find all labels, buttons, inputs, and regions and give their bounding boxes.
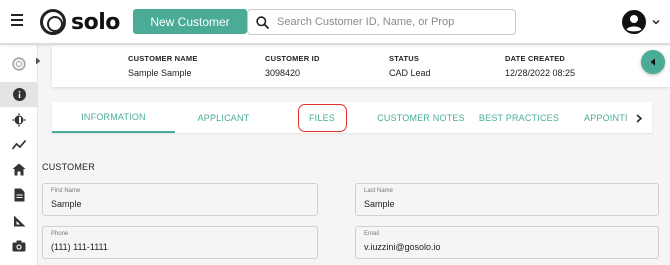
camera-icon	[12, 240, 26, 251]
sidebar	[0, 45, 38, 265]
sidebar-item-measurements[interactable]	[0, 208, 38, 233]
home-icon	[12, 163, 26, 176]
search-box[interactable]	[247, 9, 516, 35]
sidebar-item-photos[interactable]	[0, 233, 38, 258]
status-label: STATUS	[389, 54, 420, 63]
sidebar-item-ideas[interactable]	[0, 107, 38, 132]
sidebar-item-activity[interactable]	[0, 132, 38, 157]
customer-tabs: INFORMATION APPLICANT FILES CUSTOMER NOT…	[52, 102, 652, 133]
sidebar-expand-toggle[interactable]	[33, 55, 43, 67]
email-field[interactable]: Email v.iuzzini@gosolo.io	[355, 226, 659, 259]
summary-customer-name: CUSTOMER NAME Sample Sample	[128, 54, 198, 78]
user-menu[interactable]	[622, 9, 664, 35]
customer-section-title: CUSTOMER	[42, 162, 95, 172]
sidebar-item-information[interactable]	[0, 82, 38, 107]
activity-icon	[12, 139, 26, 150]
first-name-value: Sample	[51, 199, 82, 209]
phone-value: (111) 111-1111	[51, 242, 108, 252]
tab-applicant[interactable]: APPLICANT	[176, 102, 271, 133]
chevron-right-icon	[636, 113, 642, 123]
search-icon	[256, 15, 269, 29]
files-highlight-annotation	[298, 104, 347, 132]
summary-status: STATUS CAD Lead	[389, 54, 431, 78]
last-name-value: Sample	[364, 199, 395, 209]
customer-name-label: CUSTOMER NAME	[128, 54, 198, 63]
customer-name-value: Sample Sample	[128, 68, 192, 78]
last-name-label: Last Name	[364, 188, 394, 194]
customer-id-label: CUSTOMER ID	[265, 54, 320, 63]
date-created-label: DATE CREATED	[505, 54, 566, 63]
info-icon	[12, 88, 26, 101]
summary-customer-id: CUSTOMER ID 3098420	[265, 54, 320, 78]
status-value: CAD Lead	[389, 68, 431, 78]
phone-label: Phone	[51, 231, 69, 237]
last-name-field[interactable]: Last Name Sample	[355, 183, 659, 216]
search-input[interactable]	[277, 16, 507, 28]
new-customer-button[interactable]: New Customer	[133, 9, 247, 34]
solo-logo-mark-icon	[40, 9, 66, 35]
sidebar-item-documents[interactable]	[0, 182, 38, 207]
solo-logo[interactable]: solo	[40, 9, 120, 35]
collapse-panel-button[interactable]	[641, 50, 665, 74]
lightbulb-icon	[12, 113, 26, 126]
phone-field[interactable]: Phone (111) 111-1111	[42, 226, 318, 259]
tabs-scroll-right-button[interactable]	[634, 112, 644, 124]
chevron-down-icon	[652, 20, 660, 25]
customer-id-value: 3098420	[265, 68, 301, 78]
chevron-right-icon	[36, 57, 41, 65]
tab-information[interactable]: INFORMATION	[52, 102, 175, 133]
email-label: Email	[364, 231, 380, 237]
chevron-left-icon	[650, 58, 655, 66]
first-name-label: First Name	[51, 188, 81, 194]
account-avatar-icon	[622, 10, 646, 34]
tab-customer-notes[interactable]: CUSTOMER NOTES	[374, 102, 468, 133]
date-created-value: 12/28/2022 08:25	[505, 68, 576, 78]
tab-appointments[interactable]: APPOINTI	[584, 102, 627, 133]
customer-summary-card: CUSTOMER NAME Sample Sample CUSTOMER ID …	[52, 45, 670, 87]
email-value: v.iuzzini@gosolo.io	[364, 242, 441, 252]
tab-best-practices[interactable]: BEST PRACTICES	[478, 102, 560, 133]
logo-text: solo	[71, 9, 120, 35]
first-name-field[interactable]: First Name Sample	[42, 183, 318, 216]
sidebar-item-property[interactable]	[0, 157, 38, 182]
solo-logo-icon	[12, 56, 26, 71]
top-bar: solo New Customer	[0, 0, 670, 44]
summary-date-created: DATE CREATED 12/28/2022 08:25	[505, 54, 575, 78]
ruler-icon	[13, 215, 25, 226]
document-icon	[14, 188, 24, 201]
hamburger-menu-icon[interactable]	[11, 14, 23, 26]
